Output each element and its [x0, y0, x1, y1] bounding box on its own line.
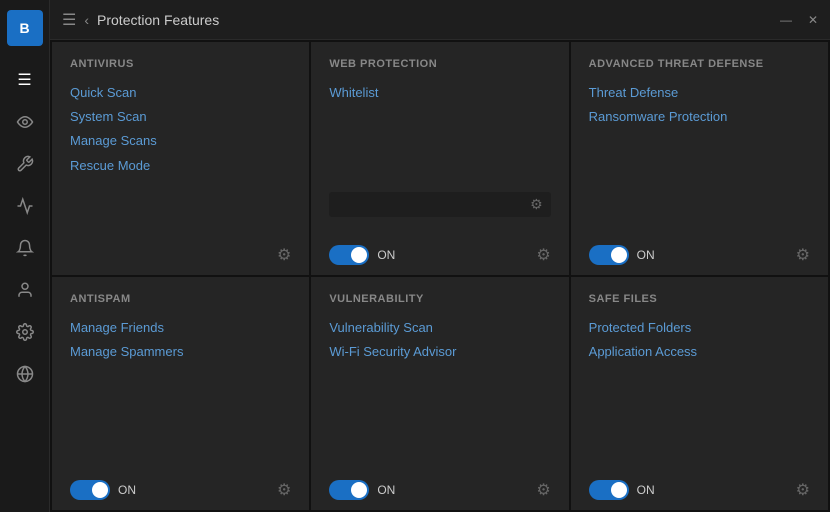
page-title: Protection Features	[97, 12, 219, 28]
card-advanced-footer: ON ⚙	[589, 237, 810, 265]
hamburger-icon[interactable]: ☰	[62, 10, 76, 30]
sidebar-icon-globe[interactable]	[7, 356, 43, 392]
card-antispam-links: Manage Friends Manage Spammers	[70, 319, 291, 390]
link-manage-friends[interactable]: Manage Friends	[70, 319, 291, 337]
link-ransomware[interactable]: Ransomware Protection	[589, 108, 810, 126]
card-antispam-footer: ON ⚙	[70, 472, 291, 500]
safe-toggle-group: ON	[589, 480, 655, 500]
web-toggle[interactable]	[329, 245, 369, 265]
sidebar-icon-tools[interactable]	[7, 146, 43, 182]
card-web-footer: ON ⚙	[329, 237, 550, 265]
sidebar-icon-bell[interactable]	[7, 230, 43, 266]
gear-icon-web[interactable]: ⚙	[536, 245, 550, 265]
link-quick-scan[interactable]: Quick Scan	[70, 84, 291, 102]
window-controls: — ✕	[780, 13, 818, 27]
card-vulnerability: VULNERABILITY Vulnerability Scan Wi-Fi S…	[311, 277, 568, 510]
features-grid: ANTIVIRUS Quick Scan System Scan Manage …	[50, 40, 830, 512]
safe-toggle[interactable]	[589, 480, 629, 500]
link-wifi-advisor[interactable]: Wi-Fi Security Advisor	[329, 343, 550, 361]
card-antivirus-footer: ⚙	[70, 237, 291, 265]
link-threat-defense[interactable]: Threat Defense	[589, 84, 810, 102]
title-bar: ☰ ‹ Protection Features — ✕	[50, 0, 830, 40]
link-manage-spammers[interactable]: Manage Spammers	[70, 343, 291, 361]
minimize-button[interactable]: —	[780, 13, 792, 27]
gear-icon-advanced[interactable]: ⚙	[796, 245, 810, 265]
sidebar-icon-menu[interactable]: ☰	[7, 62, 43, 98]
card-vulnerability-links: Vulnerability Scan Wi-Fi Security Adviso…	[329, 319, 550, 390]
sidebar: B ☰	[0, 0, 50, 512]
advanced-toggle[interactable]	[589, 245, 629, 265]
close-button[interactable]: ✕	[808, 13, 818, 27]
link-whitelist[interactable]: Whitelist	[329, 84, 550, 102]
link-manage-scans[interactable]: Manage Scans	[70, 132, 291, 150]
gear-icon-vulnerability[interactable]: ⚙	[536, 480, 550, 500]
vulnerability-toggle[interactable]	[329, 480, 369, 500]
card-vulnerability-footer: ON ⚙	[329, 472, 550, 500]
card-safe-title: SAFE FILES	[589, 293, 810, 305]
sidebar-icon-settings[interactable]	[7, 314, 43, 350]
advanced-toggle-label: ON	[637, 248, 655, 262]
card-safe-links: Protected Folders Application Access	[589, 319, 810, 390]
main-content: ☰ ‹ Protection Features — ✕ ANTIVIRUS Qu…	[50, 0, 830, 512]
card-vulnerability-title: VULNERABILITY	[329, 293, 550, 305]
card-antispam: ANTISPAM Manage Friends Manage Spammers …	[52, 277, 309, 510]
back-icon[interactable]: ‹	[84, 12, 89, 28]
web-input[interactable]	[337, 198, 530, 212]
card-advanced-title: ADVANCED THREAT DEFENSE	[589, 58, 810, 70]
card-antispam-title: ANTISPAM	[70, 293, 291, 305]
gear-icon-safe[interactable]: ⚙	[796, 480, 810, 500]
safe-toggle-label: ON	[637, 483, 655, 497]
card-web-protection: WEB PROTECTION Whitelist ⚙ ON ⚙	[311, 42, 568, 275]
gear-icon-web-input[interactable]: ⚙	[530, 196, 543, 213]
gear-icon-antispam[interactable]: ⚙	[277, 480, 291, 500]
card-antivirus-title: ANTIVIRUS	[70, 58, 291, 70]
card-web-title: WEB PROTECTION	[329, 58, 550, 70]
web-input-row: ⚙	[329, 192, 550, 217]
web-toggle-group: ON	[329, 245, 395, 265]
sidebar-icon-analytics[interactable]	[7, 188, 43, 224]
link-vulnerability-scan[interactable]: Vulnerability Scan	[329, 319, 550, 337]
card-web-links: Whitelist	[329, 84, 550, 192]
advanced-toggle-group: ON	[589, 245, 655, 265]
brand-icon[interactable]: B	[7, 10, 43, 46]
card-safe-files: SAFE FILES Protected Folders Application…	[571, 277, 828, 510]
card-advanced-links: Threat Defense Ransomware Protection	[589, 84, 810, 225]
link-system-scan[interactable]: System Scan	[70, 108, 291, 126]
link-application-access[interactable]: Application Access	[589, 343, 810, 361]
antispam-toggle[interactable]	[70, 480, 110, 500]
antispam-toggle-label: ON	[118, 483, 136, 497]
card-safe-footer: ON ⚙	[589, 472, 810, 500]
antispam-toggle-group: ON	[70, 480, 136, 500]
vulnerability-toggle-label: ON	[377, 483, 395, 497]
sidebar-icon-user[interactable]	[7, 272, 43, 308]
link-rescue-mode[interactable]: Rescue Mode	[70, 157, 291, 175]
card-antivirus-links: Quick Scan System Scan Manage Scans Resc…	[70, 84, 291, 225]
link-protected-folders[interactable]: Protected Folders	[589, 319, 810, 337]
vulnerability-toggle-group: ON	[329, 480, 395, 500]
sidebar-icon-eye[interactable]	[7, 104, 43, 140]
card-antivirus: ANTIVIRUS Quick Scan System Scan Manage …	[52, 42, 309, 275]
web-toggle-label: ON	[377, 248, 395, 262]
card-advanced-threat: ADVANCED THREAT DEFENSE Threat Defense R…	[571, 42, 828, 275]
gear-icon-antivirus[interactable]: ⚙	[277, 245, 291, 265]
